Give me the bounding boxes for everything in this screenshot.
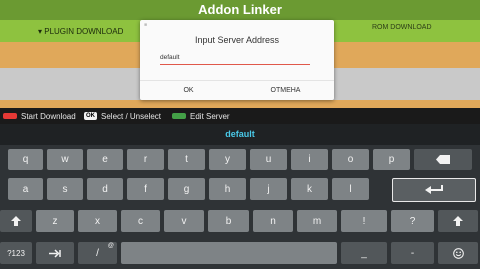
key-t[interactable]: t <box>168 149 205 170</box>
shift-icon <box>11 216 21 226</box>
emoji-icon <box>452 247 464 259</box>
key-f[interactable]: f <box>127 178 164 200</box>
key-q[interactable]: q <box>8 149 43 170</box>
key-a[interactable]: a <box>8 178 43 200</box>
at-hint: @ <box>107 243 114 249</box>
key-i[interactable]: i <box>291 149 328 170</box>
key-h[interactable]: h <box>209 178 246 200</box>
key-d[interactable]: d <box>87 178 123 200</box>
list-band-orange-bottom <box>0 100 480 108</box>
tab-plugin-download[interactable]: ▾ PLUGIN DOWNLOAD <box>38 27 123 36</box>
key-e[interactable]: e <box>87 149 123 170</box>
backspace-key[interactable] <box>414 149 472 170</box>
server-address-input[interactable]: default <box>160 54 310 64</box>
backspace-icon <box>436 155 450 164</box>
keyboard-input-text: default <box>225 129 255 139</box>
key-p[interactable]: p <box>373 149 410 170</box>
key-y[interactable]: y <box>209 149 246 170</box>
shift-key-right[interactable] <box>438 210 478 232</box>
ok-button[interactable]: OK <box>140 82 237 100</box>
space-bar[interactable] <box>121 242 337 264</box>
dialog-title: Input Server Address <box>194 35 280 45</box>
shift-key-left[interactable] <box>0 210 32 232</box>
enter-icon <box>425 185 443 195</box>
dash-key[interactable]: - <box>391 242 434 264</box>
app-title: Addon Linker <box>198 2 282 17</box>
key-w[interactable]: w <box>47 149 83 170</box>
key-u[interactable]: u <box>250 149 287 170</box>
enter-key[interactable] <box>392 178 476 202</box>
tab-icon <box>49 248 61 258</box>
shift-icon <box>453 216 463 226</box>
key-z[interactable]: z <box>36 210 74 232</box>
legend-select-label: Select / Unselect <box>101 111 162 121</box>
key-o[interactable]: o <box>332 149 369 170</box>
key-v[interactable]: v <box>164 210 204 232</box>
slash-label: / <box>96 247 99 259</box>
green-button-icon <box>172 113 186 119</box>
key-k[interactable]: k <box>291 178 328 200</box>
slash-key[interactable]: / @ <box>78 242 117 264</box>
on-screen-keyboard: q w e r t y u i o p a s d f g h j k l z … <box>0 145 480 269</box>
dialog-app-icon: ■ <box>144 22 148 28</box>
key-c[interactable]: c <box>121 210 160 232</box>
cancel-button[interactable]: ОТМЕНА <box>237 82 334 100</box>
input-underline <box>160 64 310 65</box>
key-b[interactable]: b <box>208 210 249 232</box>
key-question[interactable]: ? <box>391 210 434 232</box>
underscore-key[interactable]: _ <box>341 242 387 264</box>
key-x[interactable]: x <box>78 210 117 232</box>
key-s[interactable]: s <box>47 178 83 200</box>
key-exclamation[interactable]: ! <box>341 210 387 232</box>
emoji-key[interactable] <box>438 242 478 264</box>
tab-key[interactable] <box>36 242 74 264</box>
legend-select: OK Select / Unselect <box>84 110 161 122</box>
ok-key-icon: OK <box>84 112 97 120</box>
key-m[interactable]: m <box>297 210 337 232</box>
key-g[interactable]: g <box>168 178 205 200</box>
key-n[interactable]: n <box>253 210 293 232</box>
red-button-icon <box>3 113 17 119</box>
key-l[interactable]: l <box>332 178 369 200</box>
tab-rom-download[interactable]: ROM DOWNLOAD <box>372 24 432 31</box>
key-r[interactable]: r <box>127 149 164 170</box>
key-j[interactable]: j <box>250 178 287 200</box>
legend-start-download: Start Download <box>3 110 76 122</box>
dialog-divider <box>140 80 334 81</box>
legend-edit-label: Edit Server <box>190 111 230 121</box>
legend-edit-server: Edit Server <box>172 110 230 122</box>
legend-start-label: Start Download <box>21 111 76 121</box>
symbols-key[interactable]: ?123 <box>0 242 32 264</box>
